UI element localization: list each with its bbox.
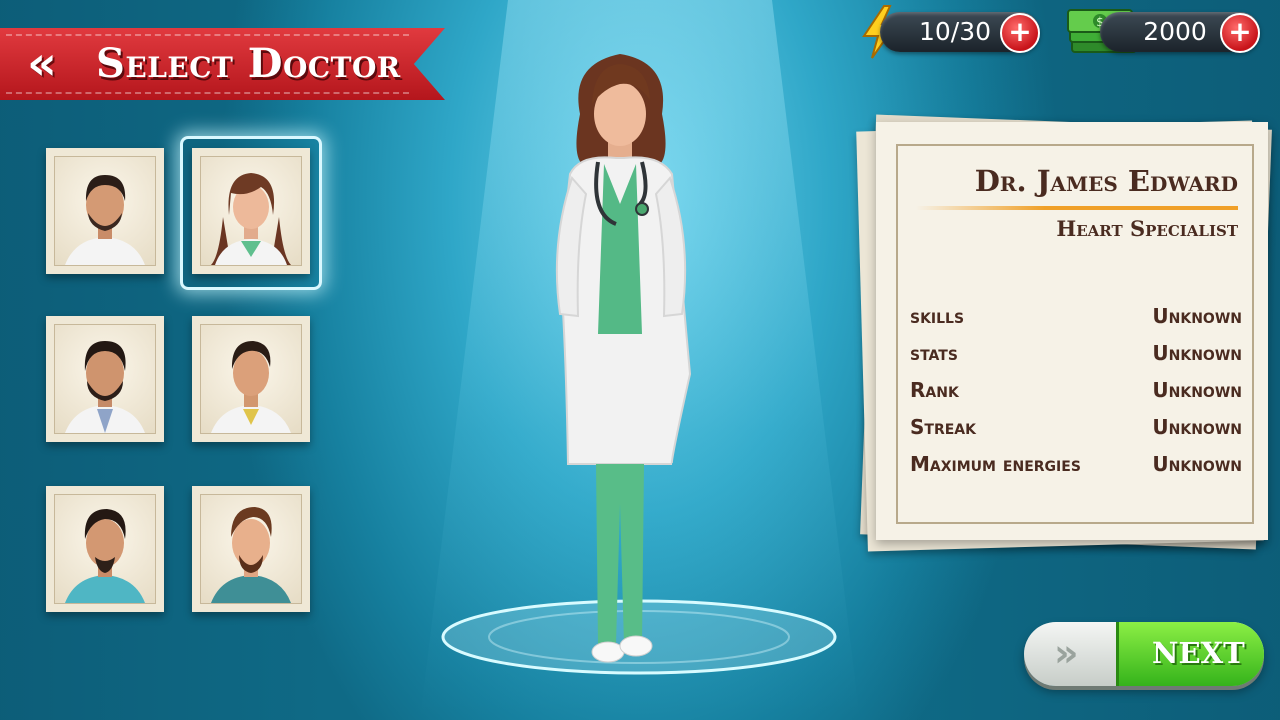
stat-label: Maximum energies	[910, 452, 1081, 476]
cash-counter: 2000 +	[1100, 12, 1260, 53]
stat-label: Rank	[910, 378, 959, 402]
male-doctor-portrait-5	[211, 507, 291, 603]
doctor-card-3[interactable]	[46, 316, 164, 442]
doctor-card-6[interactable]	[192, 486, 310, 612]
next-label: NEXT	[1152, 636, 1245, 670]
male-doctor-portrait-2	[65, 341, 145, 433]
stat-value: Unknown	[1152, 341, 1242, 365]
stat-row-rank: Rank Unknown	[910, 378, 1242, 415]
cash-value: 2000	[1143, 17, 1207, 46]
doctor-name: Dr. James Edward	[974, 164, 1238, 198]
stats-list: skills Unknown stats Unknown Rank Unknow…	[910, 304, 1242, 489]
energy-counter: 10/30 +	[880, 12, 1040, 53]
stat-label: Streak	[910, 415, 976, 439]
add-cash-button[interactable]: +	[1220, 13, 1260, 53]
male-doctor-portrait-3	[211, 341, 291, 433]
energy-value: 10/30	[918, 17, 992, 46]
doctor-card-2[interactable]	[192, 148, 310, 274]
double-chevron-right-icon: »	[1054, 631, 1079, 675]
back-button[interactable]: «	[14, 38, 70, 88]
female-doctor-portrait	[211, 173, 291, 265]
stat-value: Unknown	[1152, 452, 1242, 476]
stat-label: stats	[910, 341, 958, 365]
stat-row-maximum-energies: Maximum energies Unknown	[910, 452, 1242, 489]
doctor-card-4[interactable]	[192, 316, 310, 442]
doctor-card-1[interactable]	[46, 148, 164, 274]
doctor-card-5[interactable]	[46, 486, 164, 612]
stat-value: Unknown	[1152, 415, 1242, 439]
stat-value: Unknown	[1152, 304, 1242, 328]
male-doctor-portrait-1	[65, 175, 145, 265]
page-title: Select Doctor	[96, 40, 401, 87]
stat-row-skills: skills Unknown	[910, 304, 1242, 341]
male-doctor-portrait-4	[65, 509, 145, 603]
next-button[interactable]: » NEXT	[1024, 622, 1264, 686]
stat-label: skills	[910, 304, 965, 328]
stat-row-stats: stats Unknown	[910, 341, 1242, 378]
stat-row-streak: Streak Unknown	[910, 415, 1242, 452]
doctor-character	[555, 54, 692, 663]
add-energy-button[interactable]: +	[1000, 13, 1040, 53]
doctor-specialty: Heart Specialist	[1056, 216, 1238, 241]
doctor-info-panel: Dr. James Edward Heart Specialist skills…	[876, 122, 1268, 540]
double-chevron-left-icon: «	[27, 36, 57, 90]
stat-value: Unknown	[1152, 378, 1242, 402]
name-underline	[916, 206, 1238, 210]
